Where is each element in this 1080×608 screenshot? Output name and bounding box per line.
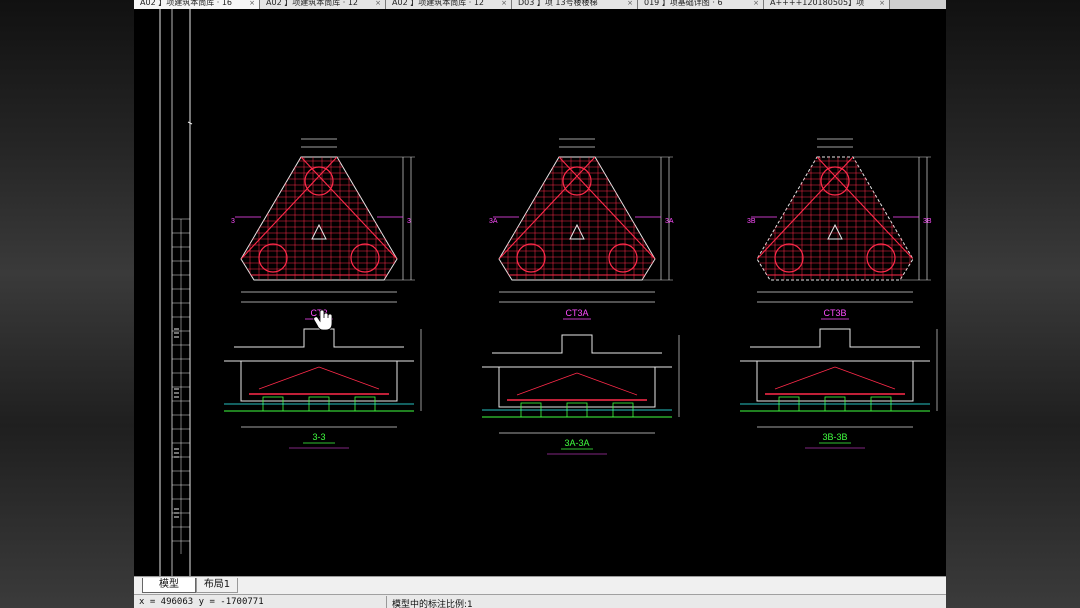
coordinate-readout: x = 496063 y = -1700771 [139, 597, 264, 607]
status-separator [386, 596, 387, 608]
document-tab-label: A02 】项建筑本筒库 · 16 [140, 0, 233, 7]
plan-section-marker: 3B [923, 218, 932, 225]
document-tab[interactable]: A02 】项建筑本筒库 · 12 × [260, 0, 386, 9]
annotation-scale-label[interactable]: 模型中的标注比例:1 [392, 597, 473, 608]
plan-section-marker: 3A [489, 218, 498, 225]
document-tab[interactable]: A02 】项建筑本筒库 · 12 × [386, 0, 512, 9]
plan-label: CT3A [565, 308, 588, 318]
drawing-frame-title-strip [159, 9, 193, 576]
cad-drawing[interactable]: 3 3CT33A 3ACT3A3B 3BCT3B 3-33A-3A3B-3B [134, 9, 946, 576]
tab-close-icon[interactable]: × [375, 0, 381, 7]
document-tab[interactable]: D03 】项 13号楼楼梯 × [512, 0, 638, 9]
document-tab-label: A++++120180505】项 [770, 0, 865, 7]
tab-close-icon[interactable]: × [627, 0, 633, 7]
tab-close-icon[interactable]: × [879, 0, 885, 7]
right-blurred-background [946, 0, 1080, 608]
pile-cap-plan: 3 3CT3 [231, 138, 415, 320]
status-bar: x = 496063 y = -1700771 模型中的标注比例:1 [134, 594, 946, 608]
section-label: 3B-3B [822, 432, 847, 442]
tab-layout1[interactable]: 布局1 [196, 578, 238, 593]
plan-section-marker: 3 [231, 218, 235, 225]
tab-close-icon[interactable]: × [249, 0, 255, 7]
plan-section-marker: 3 [407, 218, 411, 225]
drawing-canvas[interactable]: 3 3 CT3 3A 3A CT3A 3B 3B CT3B 3-3 3A-3A 3B-3B [134, 9, 946, 576]
document-tab[interactable]: A++++120180505】项 × [764, 0, 890, 9]
pile-cap-plan: 3A 3A CT3A [489, 138, 674, 320]
section-detail: 3B-3B [740, 328, 938, 449]
cad-window: A02 】项建筑本筒库 · 16 × A02 】项建筑本筒库 · 12 × A02 】项… [134, 0, 946, 608]
tab-model[interactable]: 模型 [142, 578, 196, 593]
plan-section-marker: 3B [747, 218, 756, 225]
document-tab[interactable]: A02 】项建筑本筒库 · 16 × [134, 0, 260, 9]
section-label: 3A-3A [564, 438, 589, 448]
tab-close-icon[interactable]: × [753, 0, 759, 7]
section-detail: 3-3 [224, 328, 422, 449]
plan-section-marker: 3A [665, 218, 674, 225]
pile-cap-plan: 3B 3B CT3B [747, 138, 932, 320]
section-detail: 3A-3A [482, 334, 680, 455]
document-tab-label: A02 】项建筑本筒库 · 12 [266, 0, 359, 7]
layout-tab-bar: 模型 布局1 [134, 576, 946, 594]
section-label: 3-3 [312, 432, 325, 442]
document-tab-label: A02 】项建筑本筒库 · 12 [392, 0, 485, 7]
tab-close-icon[interactable]: × [501, 0, 507, 7]
document-tab-label: D03 】项 13号楼楼梯 [518, 0, 598, 7]
left-blurred-background [0, 0, 134, 608]
plan-label: CT3B [823, 308, 846, 318]
document-tab[interactable]: 019 】项基础详图 · 6 × [638, 0, 764, 9]
document-tab-label: 019 】项基础详图 · 6 [644, 0, 723, 7]
